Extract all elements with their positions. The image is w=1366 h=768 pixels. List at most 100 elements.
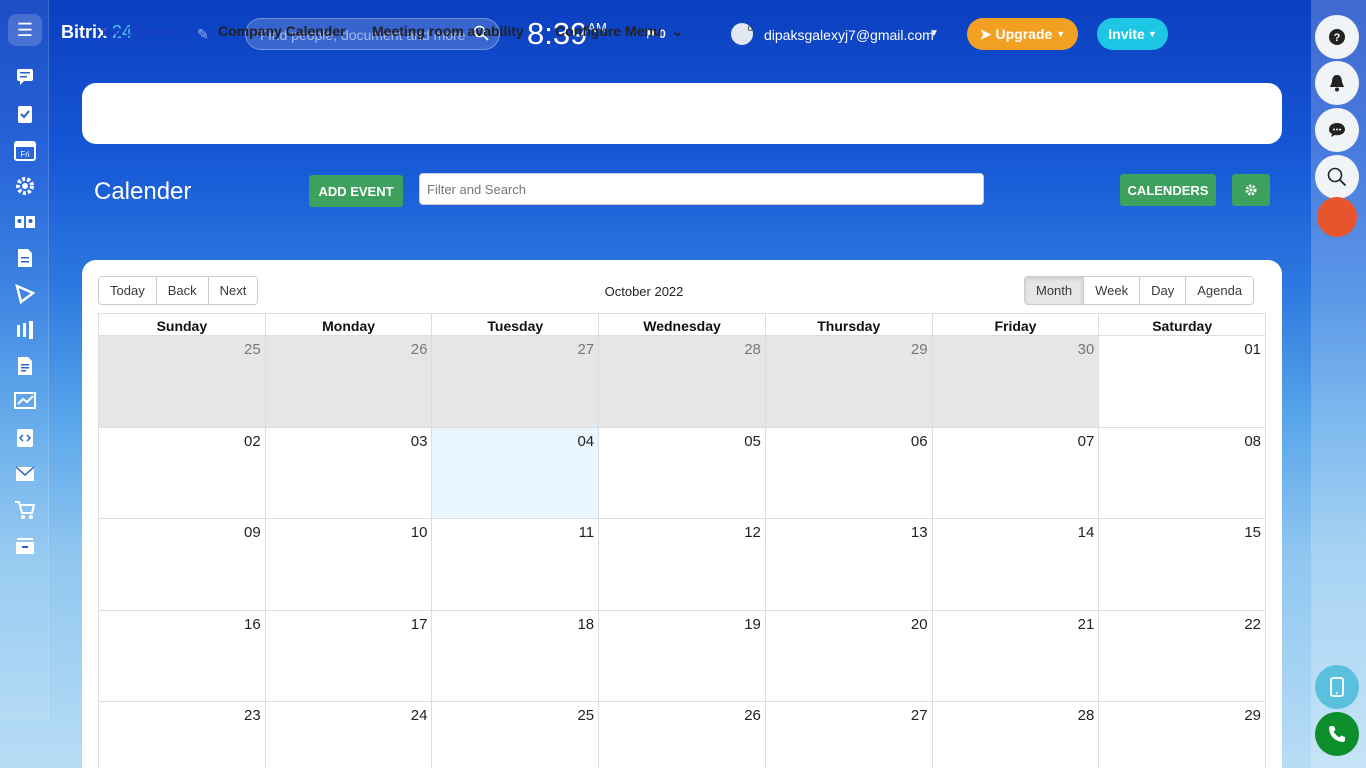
day-cell[interactable]: 13 bbox=[765, 519, 933, 611]
day-cell[interactable]: 27 bbox=[766, 702, 933, 768]
day-cell[interactable]: 10 bbox=[265, 519, 433, 611]
edit-pencil-icon[interactable]: ✎ bbox=[197, 26, 209, 43]
day-cell[interactable]: 14 bbox=[932, 519, 1100, 611]
filter-search-input[interactable] bbox=[419, 173, 984, 205]
day-cell[interactable]: 29 bbox=[765, 336, 933, 428]
gear-icon bbox=[1245, 184, 1257, 196]
calendar-tabs-card bbox=[82, 83, 1282, 144]
calendar-month-label: October 2022 bbox=[604, 284, 684, 299]
day-cell[interactable]: 03 bbox=[265, 427, 433, 519]
day-cell[interactable]: 17 bbox=[265, 610, 433, 702]
back-button[interactable]: Back bbox=[156, 277, 209, 304]
day-cell[interactable]: 28 bbox=[933, 702, 1100, 768]
calendar-settings-button[interactable] bbox=[1232, 174, 1270, 206]
day-cell[interactable]: 24 bbox=[266, 702, 433, 768]
day-cell[interactable]: 01 bbox=[1099, 336, 1267, 428]
day-view-button[interactable]: Day bbox=[1140, 277, 1187, 304]
archive-icon[interactable] bbox=[13, 534, 37, 558]
report-icon[interactable] bbox=[13, 354, 37, 378]
upgrade-button[interactable]: ➤ Upgrade ▼ bbox=[967, 18, 1078, 50]
weekday-header: Wednesday bbox=[599, 314, 766, 336]
navigation-button-group: Today Back Next bbox=[98, 276, 259, 305]
user-email[interactable]: dipaksgalexyj7@gmail.com bbox=[764, 27, 934, 43]
analytics-bars-icon[interactable] bbox=[13, 318, 37, 342]
month-view-button[interactable]: Month bbox=[1025, 277, 1085, 304]
next-button[interactable]: Next bbox=[208, 277, 258, 304]
chevron-down-icon[interactable]: ▼ bbox=[929, 28, 939, 39]
weekday-header: Saturday bbox=[1099, 314, 1267, 336]
phone-call-icon[interactable] bbox=[1315, 712, 1359, 756]
day-cell[interactable]: 20 bbox=[765, 610, 933, 702]
calendar-icon-day: Fri bbox=[20, 150, 30, 159]
shopping-cart-icon[interactable] bbox=[13, 498, 37, 522]
upgrade-label: Upgrade bbox=[995, 26, 1053, 42]
day-cell[interactable]: 19 bbox=[599, 610, 766, 702]
weekday-header-row: Sunday Monday Tuesday Wednesday Thursday… bbox=[99, 314, 1267, 336]
calendar-icon[interactable]: Fri bbox=[13, 138, 37, 162]
code-icon[interactable] bbox=[13, 426, 37, 450]
weekday-header: Thursday bbox=[765, 314, 933, 336]
sales-chart-icon[interactable] bbox=[13, 390, 37, 414]
chat-feed-icon[interactable] bbox=[13, 65, 37, 89]
day-cell[interactable]: 11 bbox=[432, 519, 600, 611]
tab-configure-menu[interactable]: Configure Menu ⌄ bbox=[555, 23, 683, 40]
day-cell[interactable]: 07 bbox=[932, 427, 1100, 519]
day-cell[interactable]: 26 bbox=[265, 336, 433, 428]
day-cell[interactable]: 23 bbox=[99, 702, 266, 768]
day-cell[interactable]: 05 bbox=[599, 427, 766, 519]
chevron-down-icon: ▼ bbox=[1147, 29, 1157, 39]
day-cell[interactable]: 06 bbox=[765, 427, 933, 519]
chevron-down-icon: ▼ bbox=[1056, 29, 1066, 39]
day-cell[interactable]: 18 bbox=[432, 610, 600, 702]
day-cell[interactable]: 29 bbox=[1099, 702, 1267, 768]
mail-icon[interactable] bbox=[13, 462, 37, 486]
week-row: 09 10 11 12 13 14 15 bbox=[99, 519, 1267, 611]
day-cell[interactable]: 28 bbox=[599, 336, 766, 428]
day-cell[interactable]: 25 bbox=[432, 702, 600, 768]
tab-company-calendar[interactable]: Company Calender bbox=[218, 23, 346, 39]
hamburger-menu-icon[interactable]: ☰ bbox=[8, 14, 42, 46]
user-avatar[interactable]: o bbox=[731, 23, 753, 45]
send-icon[interactable] bbox=[13, 282, 37, 306]
weekday-header: Monday bbox=[265, 314, 433, 336]
settings-gear-icon[interactable] bbox=[13, 174, 37, 198]
notifications-bell-icon[interactable] bbox=[1315, 61, 1359, 105]
today-day-cell[interactable]: 04 bbox=[432, 427, 600, 519]
help-icon[interactable]: ? bbox=[1315, 15, 1359, 59]
day-cell[interactable]: 02 bbox=[99, 427, 266, 519]
day-cell[interactable]: 15 bbox=[1099, 519, 1267, 611]
weekday-header: Friday bbox=[932, 314, 1100, 336]
day-cell[interactable]: 22 bbox=[1099, 610, 1267, 702]
invite-label: Invite bbox=[1108, 26, 1145, 42]
tab-my-calendar[interactable]: My Calender bbox=[102, 23, 186, 41]
day-cell[interactable]: 12 bbox=[599, 519, 766, 611]
day-cell[interactable]: 30 bbox=[932, 336, 1100, 428]
invite-button[interactable]: Invite ▼ bbox=[1097, 18, 1168, 50]
page-title: Calender bbox=[94, 178, 192, 205]
document-icon[interactable] bbox=[13, 246, 37, 270]
agenda-view-button[interactable]: Agenda bbox=[1186, 277, 1254, 304]
tasks-icon[interactable] bbox=[13, 102, 37, 126]
today-button[interactable]: Today bbox=[99, 277, 157, 304]
day-cell[interactable]: 16 bbox=[99, 610, 266, 702]
day-cell[interactable]: 21 bbox=[932, 610, 1100, 702]
brand-name: Bitrix bbox=[61, 22, 108, 42]
search-icon[interactable] bbox=[1315, 155, 1359, 199]
mobile-phone-icon[interactable] bbox=[1315, 665, 1359, 709]
day-cell[interactable]: 08 bbox=[1099, 427, 1267, 519]
user-avatar[interactable] bbox=[1317, 197, 1357, 237]
configure-menu-label: Configure Menu bbox=[555, 23, 662, 39]
day-cell[interactable]: 27 bbox=[432, 336, 600, 428]
day-cell[interactable]: 26 bbox=[599, 702, 766, 768]
messages-icon[interactable] bbox=[1315, 108, 1359, 152]
rocket-icon: ➤ bbox=[979, 25, 992, 42]
day-cell[interactable]: 25 bbox=[99, 336, 266, 428]
calendars-button[interactable]: CALENDERS bbox=[1120, 174, 1216, 206]
day-cell[interactable]: 09 bbox=[99, 519, 266, 611]
contacts-icon[interactable] bbox=[13, 210, 37, 234]
week-row: 23 24 25 26 27 28 29 bbox=[99, 702, 1267, 768]
week-row: 25 26 27 28 29 30 01 bbox=[99, 336, 1267, 428]
add-event-button[interactable]: ADD EVENT bbox=[309, 175, 403, 207]
week-view-button[interactable]: Week bbox=[1084, 277, 1141, 304]
tab-meeting-room[interactable]: Meeting room avability bbox=[372, 23, 524, 39]
